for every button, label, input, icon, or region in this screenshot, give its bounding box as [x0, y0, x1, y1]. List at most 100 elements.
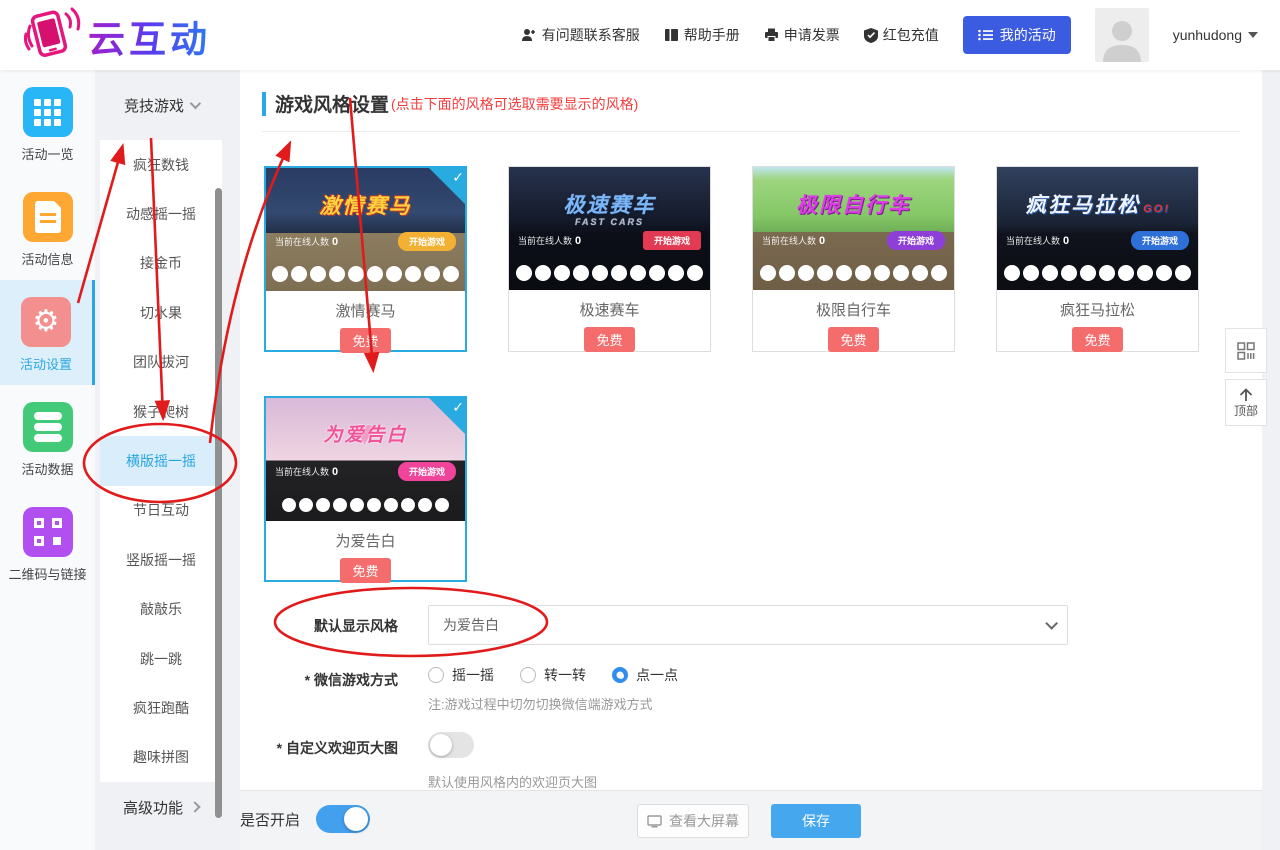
qrcode-icon — [23, 507, 73, 557]
price-badge: 免费 — [340, 328, 390, 353]
username-menu[interactable]: yunhudong — [1173, 27, 1258, 43]
select-chevron-icon — [1045, 617, 1058, 630]
save-button[interactable]: 保存 — [771, 804, 861, 838]
game-thumbnail: 疯狂马拉松GO! 当前在线人数0 开始游戏 — [997, 167, 1198, 290]
sidebar-item-activity-overview[interactable]: 活动一览 — [0, 70, 95, 175]
enable-toggle[interactable] — [316, 805, 370, 833]
sidebar-item-activity-settings[interactable]: ⚙ 活动设置 — [0, 280, 95, 385]
style-name: 为爱告白 — [266, 530, 465, 551]
submenu-item[interactable]: 趣味拼图 — [100, 733, 222, 782]
list-icon — [978, 29, 993, 41]
nav-redpacket-recharge[interactable]: 红包充值 — [864, 25, 939, 45]
page-title-hint: (点击下面的风格可选取需要显示的风格) — [391, 94, 638, 114]
style-card-extreme-bicycle[interactable]: 极限自行车 当前在线人数0 开始游戏 极限自行车 免费 — [752, 166, 955, 352]
header-nav: 有问题联系客服 帮助手册 申请发票 红包充值 我的活动 yunhudong — [521, 0, 1258, 70]
submenu-group-advanced[interactable]: 高级功能 — [100, 782, 222, 832]
main-panel: 游戏风格设置 (点击下面的风格可选取需要显示的风格) 激情赛马 当前在线人数0 … — [240, 70, 1262, 790]
my-activities-button[interactable]: 我的活动 — [963, 16, 1071, 54]
game-thumbnail: 极速赛车FAST CARS 当前在线人数0 开始游戏 — [509, 167, 710, 290]
grid-icon — [23, 87, 73, 137]
person-silhouette-icon — [1101, 16, 1143, 62]
game-mode-radio-group: 摇一摇 转一转 点一点 — [428, 665, 678, 685]
online-count-label: 当前在线人数0 — [275, 235, 338, 248]
shield-check-icon — [864, 28, 878, 43]
database-icon — [23, 402, 73, 452]
submenu-item[interactable]: 猴子爬树 — [100, 387, 222, 436]
app-logo: 云互动 — [20, 4, 211, 67]
submenu-item[interactable]: 疯狂数钱 — [100, 140, 222, 189]
book-icon — [664, 28, 679, 42]
style-cards-row-2: 为爱告白 当前在线人数0 开始游戏 为爱告白 免费 — [264, 396, 467, 582]
radio-tap[interactable]: 点一点 — [612, 665, 678, 685]
start-game-button: 开始游戏 — [1131, 231, 1189, 250]
sidebar-item-activity-info[interactable]: 活动信息 — [0, 175, 95, 280]
check-icon — [428, 167, 466, 205]
thumb-title: 极速赛车FAST CARS — [509, 189, 710, 227]
top-header: 云互动 有问题联系客服 帮助手册 申请发票 红包充值 我的活动 yunhudon… — [0, 0, 1280, 70]
player-avatars-row — [266, 498, 465, 512]
monitor-icon — [647, 815, 662, 828]
sidebar-item-qrcode-links[interactable]: 二维码与链接 — [0, 490, 95, 595]
price-badge: 免费 — [584, 327, 634, 352]
sidebar-item-activity-data[interactable]: 活动数据 — [0, 385, 95, 490]
nav-help-manual[interactable]: 帮助手册 — [664, 25, 740, 45]
chevron-right-icon — [189, 801, 200, 812]
thumb-accent: GO! — [1143, 203, 1170, 215]
submenu-item-active[interactable]: 横版摇一摇 — [100, 436, 222, 485]
style-name: 激情赛马 — [266, 300, 465, 321]
start-game-button: 开始游戏 — [887, 231, 945, 250]
online-count-label: 当前在线人数0 — [275, 465, 338, 478]
style-card-fast-cars[interactable]: 极速赛车FAST CARS 当前在线人数0 开始游戏 极速赛车 免费 — [508, 166, 711, 352]
submenu-item[interactable]: 切水果 — [100, 288, 222, 337]
document-icon — [23, 192, 73, 242]
submenu-group-competitive-games[interactable]: 竞技游戏 — [100, 70, 222, 140]
style-card-crazy-marathon[interactable]: 疯狂马拉松GO! 当前在线人数0 开始游戏 疯狂马拉松 免费 — [996, 166, 1199, 352]
radio-circle — [428, 667, 444, 683]
price-badge: 免费 — [828, 327, 878, 352]
arrow-up-icon — [1238, 387, 1254, 402]
radio-circle-checked — [612, 667, 628, 683]
welcome-image-toggle[interactable] — [428, 732, 474, 758]
view-big-screen-button[interactable]: 查看大屏幕 — [637, 804, 749, 838]
enable-label: 是否开启 — [240, 809, 300, 830]
start-game-button: 开始游戏 — [643, 231, 701, 250]
submenu-item[interactable]: 敲敲乐 — [100, 585, 222, 634]
submenu-item[interactable]: 动感摇一摇 — [100, 189, 222, 238]
printer-icon — [764, 28, 779, 42]
submenu-item[interactable]: 接金币 — [100, 239, 222, 288]
submenu-item[interactable]: 跳一跳 — [100, 634, 222, 683]
submenu-item[interactable]: 竖版摇一摇 — [100, 535, 222, 584]
layout-grid-button[interactable] — [1225, 328, 1267, 373]
nav-contact-support[interactable]: 有问题联系客服 — [521, 25, 640, 45]
section-title-row: 游戏风格设置 (点击下面的风格可选取需要显示的风格) — [262, 84, 1240, 132]
submenu-item[interactable]: 团队拔河 — [100, 338, 222, 387]
submenu-list: 疯狂数钱 动感摇一摇 接金币 切水果 团队拔河 猴子爬树 横版摇一摇 节日互动 … — [100, 140, 222, 782]
default-style-value: 为爱告白 — [443, 615, 499, 635]
default-style-select[interactable]: 为爱告白 — [428, 605, 1068, 645]
welcome-image-label: * 自定义欢迎页大图 — [240, 738, 398, 758]
radio-shake[interactable]: 摇一摇 — [428, 665, 494, 685]
player-avatars-row — [509, 265, 710, 281]
online-count-label: 当前在线人数0 — [518, 234, 581, 247]
icon-sidebar: 活动一览 活动信息 ⚙ 活动设置 活动数据 二维码与链接 — [0, 70, 95, 850]
style-card-love-confession[interactable]: 为爱告白 当前在线人数0 开始游戏 为爱告白 免费 — [264, 396, 467, 582]
page-title: 游戏风格设置 — [275, 90, 389, 117]
radio-turn[interactable]: 转一转 — [520, 665, 586, 685]
submenu-item[interactable]: 疯狂跑酷 — [100, 683, 222, 732]
submenu-item[interactable]: 节日互动 — [100, 486, 222, 535]
game-mode-label: * 微信游戏方式 — [240, 670, 398, 690]
start-game-button: 开始游戏 — [398, 232, 456, 251]
player-avatars-row — [753, 265, 954, 281]
submenu-scrollbar[interactable] — [215, 188, 222, 818]
toggle-knob — [344, 807, 368, 831]
user-avatar[interactable] — [1095, 8, 1149, 62]
price-badge: 免费 — [340, 558, 390, 583]
nav-request-invoice[interactable]: 申请发票 — [764, 25, 840, 45]
style-name: 极速赛车 — [509, 299, 710, 320]
style-card-horse-racing[interactable]: 激情赛马 当前在线人数0 开始游戏 激情赛马 免费 — [264, 166, 467, 352]
start-game-button: 开始游戏 — [398, 462, 456, 481]
style-cards-row-1: 激情赛马 当前在线人数0 开始游戏 激情赛马 免费 极速赛车FAST CARS … — [264, 166, 1199, 352]
game-thumbnail: 极限自行车 当前在线人数0 开始游戏 — [753, 167, 954, 290]
default-style-label: 默认显示风格 — [240, 616, 398, 636]
back-to-top-button[interactable]: 顶部 — [1225, 379, 1267, 426]
